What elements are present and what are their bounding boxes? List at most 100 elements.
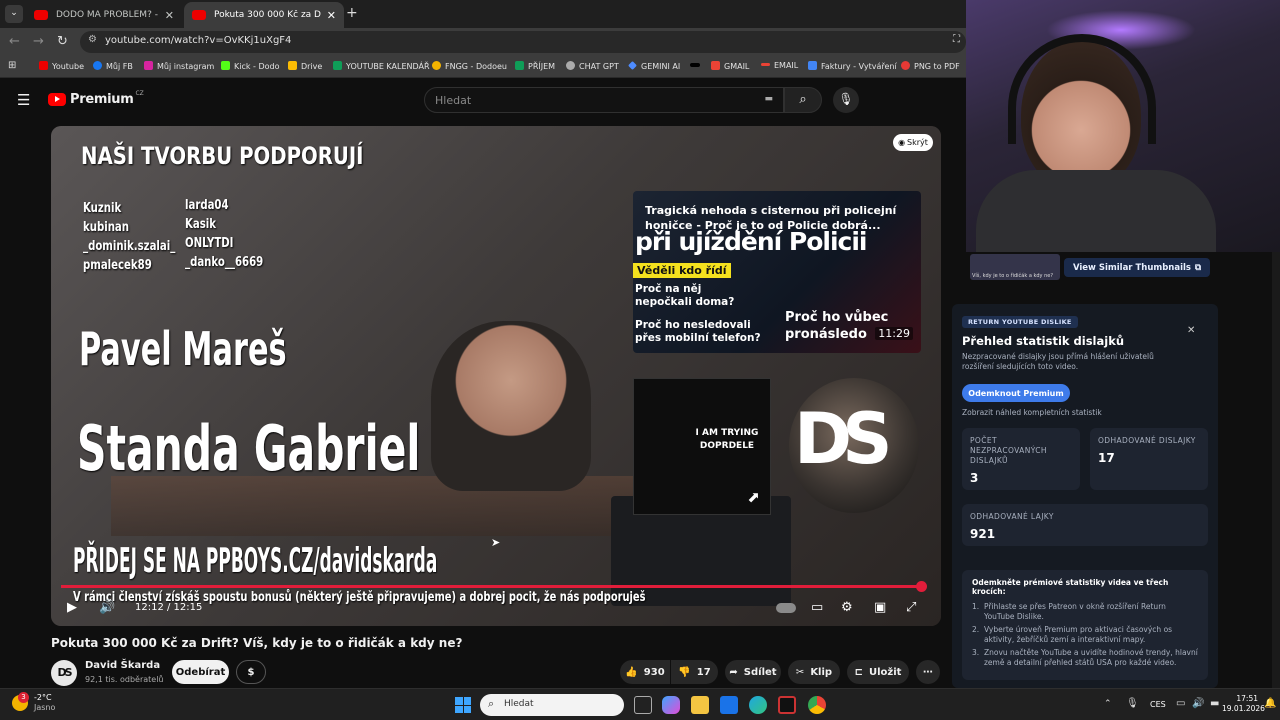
tab-pokuta[interactable]: Pokuta 300 000 Kč za Drift? Víš ✕ xyxy=(184,2,344,28)
share-button[interactable]: ➦ Sdílet xyxy=(725,660,781,684)
bookmark-instagram[interactable]: Můj instagram xyxy=(144,61,214,71)
youtube-premium-logo[interactable]: Premium CZ xyxy=(48,90,144,107)
file-explorer-icon[interactable] xyxy=(691,696,709,714)
bookmark-gmail[interactable]: GMAIL xyxy=(711,61,749,71)
chrome-icon[interactable] xyxy=(808,696,826,714)
close-tab-icon[interactable]: ✕ xyxy=(165,9,174,22)
search-icon: ⌕ xyxy=(488,697,495,710)
steps-title: Odemkněte prémiové statistiky videa ve t… xyxy=(972,578,1169,596)
preview-stats-link[interactable]: Zobrazit náhled kompletních statistik xyxy=(962,408,1102,417)
unlock-premium-button[interactable]: Odemknout Premium xyxy=(962,384,1070,402)
subscribe-button[interactable]: Odebírat xyxy=(172,660,229,684)
edge-icon[interactable] xyxy=(749,696,767,714)
bookmark-fngg[interactable]: FNGG - Dodoeu xyxy=(432,61,507,71)
thumbs-down-icon: 👎 xyxy=(678,666,691,678)
bookmark-prijem[interactable]: PŘÍJEM xyxy=(515,61,555,71)
close-icon[interactable]: ✕ xyxy=(1187,325,1195,336)
stat-raw-dislikes: POČET NEZPRACOVANÝCH DISLAJKŮ 3 xyxy=(962,428,1080,490)
forward-icon[interactable]: → xyxy=(33,34,44,49)
thumbnail-preview[interactable]: Víš, kdy je to o řidičák a kdy ne? xyxy=(970,254,1060,280)
view-similar-thumbnails-button[interactable]: View Similar Thumbnails ⧉ xyxy=(1064,258,1210,277)
endscreen-video-card[interactable]: Tragická nehoda s cisternou při policejn… xyxy=(633,191,921,353)
bookmark-yt-calendar[interactable]: YOUTUBE KALENDÁŘ xyxy=(333,61,430,71)
close-tab-icon[interactable]: ✕ xyxy=(327,9,336,22)
copilot-icon[interactable] xyxy=(662,696,680,714)
fullscreen-icon[interactable]: ⤢ xyxy=(906,600,916,615)
reload-icon[interactable]: ↻ xyxy=(57,34,68,49)
capcut-icon[interactable] xyxy=(778,696,796,714)
tab-search-button[interactable]: ⌄ xyxy=(5,5,23,23)
bookmark-drive[interactable]: Drive xyxy=(288,61,322,71)
external-link-icon: ⧉ xyxy=(1194,262,1202,273)
thumbnail-caption: Víš, kdy je to o řidičák a kdy ne? xyxy=(972,273,1053,279)
bookmark-facebook[interactable]: Můj FB xyxy=(93,61,133,71)
search-button[interactable]: ⌕ xyxy=(784,87,822,113)
bookmark-kick[interactable]: Kick - Dodo xyxy=(221,61,280,71)
volume-tray-icon[interactable]: 🔊 xyxy=(1192,698,1204,709)
screenshot-icon[interactable]: ⛶ xyxy=(953,34,960,45)
notifications-bell-icon[interactable]: 🔔 xyxy=(1264,698,1276,709)
video-player[interactable]: ◉ Skrýt NAŠI TVORBU PODPORUJÍ Kuznik kubi… xyxy=(51,126,941,626)
voice-search-button[interactable]: 🎙 xyxy=(833,87,859,113)
apps-grid-icon[interactable]: ⊞ xyxy=(8,60,16,71)
bookmark-youtube[interactable]: Youtube xyxy=(39,61,84,71)
person-in-video xyxy=(431,321,591,491)
taskbar-search[interactable]: ⌕ Hledat xyxy=(480,694,624,716)
bookmark-dash[interactable] xyxy=(690,61,704,70)
supporters-title: NAŠI TVORBU PODPORUJÍ xyxy=(81,142,364,170)
join-dollar-button[interactable]: $ xyxy=(236,660,266,684)
new-tab-button[interactable]: + xyxy=(346,5,358,21)
subtitles-icon[interactable]: ▭ xyxy=(811,600,823,615)
endscreen-channel-card[interactable]: DS xyxy=(789,378,919,513)
autoplay-toggle[interactable] xyxy=(776,603,796,613)
channel-name[interactable]: David Škarda xyxy=(85,660,160,671)
wall-shelf xyxy=(111,476,671,536)
address-bar[interactable]: ⚙ youtube.com/watch?v=OvKKj1uXgF4 ⛶ xyxy=(80,31,966,53)
start-button[interactable] xyxy=(455,697,471,713)
share-icon: ➦ xyxy=(729,666,738,678)
dislike-button[interactable]: 👎 17 xyxy=(671,660,718,684)
site-info-icon[interactable]: ⚙ xyxy=(88,34,97,45)
volume-icon[interactable]: 🔊 xyxy=(99,600,115,615)
clip-button[interactable]: ✂ Klip xyxy=(788,660,840,684)
bookmark-chatgpt[interactable]: CHAT GPT xyxy=(566,61,619,71)
settings-icon[interactable]: ⚙ xyxy=(841,600,853,615)
keyboard-icon[interactable]: ▬ xyxy=(764,94,773,104)
battery-icon[interactable]: ▬ xyxy=(1210,698,1219,709)
clock[interactable]: 17:51 19.01.2026 xyxy=(1222,694,1265,714)
weather-sun-icon: 3 xyxy=(12,692,29,711)
save-button[interactable]: ⊏ Uložit xyxy=(847,660,909,684)
microphone-tray-icon[interactable]: 🎙 xyxy=(1126,698,1139,709)
bookmark-email[interactable]: EMAIL xyxy=(761,61,798,70)
language-indicator[interactable]: CES xyxy=(1150,700,1166,709)
bookmark-faktury[interactable]: Faktury - Vytváření xyxy=(808,61,897,71)
weather-widget[interactable]: 3 -2°C Jasno xyxy=(12,692,55,713)
more-actions-button[interactable]: ⋯ xyxy=(916,660,940,684)
supporters-col1: Kuznik kubinan _dominik.szalai_ pmalecek… xyxy=(83,201,176,273)
hide-overlay-button[interactable]: ◉ Skrýt xyxy=(893,134,933,151)
eye-slash-icon: ◉ xyxy=(898,138,906,147)
network-icon[interactable]: ▭ xyxy=(1176,698,1185,709)
tray-overflow-icon[interactable]: ⌃ xyxy=(1104,699,1112,709)
streamer-webcam xyxy=(966,0,1280,252)
endscreen-merch-card[interactable]: I AM TRYING DOPRDELE ⬈ xyxy=(633,378,771,515)
outlook-icon[interactable] xyxy=(720,696,738,714)
channel-avatar[interactable]: DS xyxy=(51,660,77,686)
scrollbar[interactable] xyxy=(1272,252,1280,688)
microphone-icon: 🎙 xyxy=(838,92,854,106)
endcard-line-2: Proč na něj nepočkali doma? xyxy=(635,283,735,308)
bookmark-png-pdf[interactable]: PNG to PDF xyxy=(901,61,960,71)
task-view-icon[interactable] xyxy=(634,696,652,714)
menu-icon[interactable]: ☰ xyxy=(17,91,30,109)
play-icon[interactable]: ▶ xyxy=(67,600,77,615)
bookmark-gemini[interactable]: GEMINI AI xyxy=(628,61,680,71)
endcard-big-text: při ujíždění Policii xyxy=(635,227,868,256)
back-icon[interactable]: ← xyxy=(9,34,20,49)
youtube-favicon-icon xyxy=(34,10,48,20)
search-input[interactable]: Hledat ▬ xyxy=(424,87,784,113)
like-button[interactable]: 👍 930 xyxy=(620,660,670,684)
progress-bar[interactable] xyxy=(61,581,928,592)
dollar-icon: $ xyxy=(247,666,255,678)
miniplayer-icon[interactable]: ▣ xyxy=(874,600,886,615)
tab-dodo[interactable]: DODO MÁ PROBLÉM? - YouTub ✕ xyxy=(26,2,182,28)
